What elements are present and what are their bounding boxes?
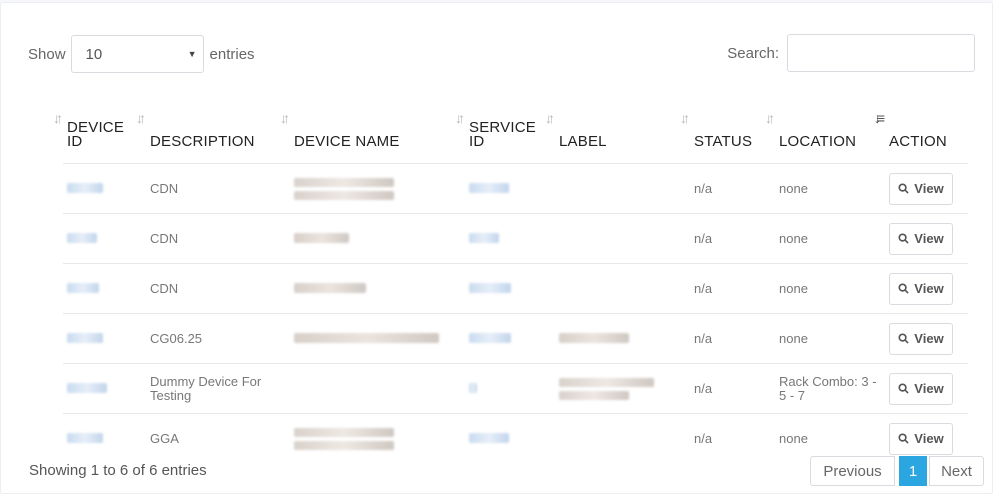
description-cell: CG06.25: [146, 313, 290, 364]
search-icon: [898, 433, 909, 444]
device-name-cell: [290, 263, 465, 314]
search-label: Search:: [727, 44, 779, 62]
location-cell: none: [775, 263, 885, 314]
description-cell: GGA: [146, 413, 290, 463]
view-button[interactable]: View: [889, 222, 953, 255]
column-header-label[interactable]: LABEL ↓↑: [555, 101, 690, 164]
search-input[interactable]: [787, 34, 975, 72]
table-row: CG06.25 n/a none View: [30, 313, 968, 364]
sort-arrows-icon: ↓↑: [280, 110, 290, 126]
device-id-cell: [63, 413, 146, 463]
device-id-cell: [63, 363, 146, 414]
device-name-cell: [290, 213, 465, 264]
sort-arrows-icon: ↓↑: [680, 110, 690, 126]
device-id-cell: [63, 163, 146, 214]
view-button[interactable]: View: [889, 372, 953, 405]
view-button[interactable]: View: [889, 422, 953, 455]
search-icon: [898, 333, 909, 344]
sort-arrows-icon: ↓↑: [455, 110, 465, 126]
status-cell: n/a: [690, 263, 775, 314]
service-id-cell: [465, 413, 555, 463]
service-id-cell: [465, 263, 555, 314]
status-cell: n/a: [690, 313, 775, 364]
search-icon: [898, 283, 909, 294]
service-id-cell: [465, 313, 555, 364]
page-size-select[interactable]: 10 ▼: [70, 35, 204, 73]
column-header-status[interactable]: STATUS ↓↑: [690, 101, 775, 164]
device-name-cell: [290, 413, 465, 463]
sort-descending-icon: ↓≡: [873, 110, 885, 126]
table-header-row: ↓↑ DEVICE ID ↓↑ DESCRIPTION ↓↑ DEVICE NAME…: [30, 101, 968, 164]
location-cell: Rack Combo: 3 - 5 - 7: [775, 363, 885, 414]
location-cell: none: [775, 313, 885, 364]
column-header-location[interactable]: LOCATION ↓≡: [775, 101, 885, 164]
page-size-value: 10: [85, 45, 103, 63]
table-row: CDN n/a none View: [30, 263, 968, 314]
label-cell: [555, 413, 690, 463]
service-id-cell: [465, 213, 555, 264]
device-name-cell: [290, 363, 465, 414]
table-info: Showing 1 to 6 of 6 entries: [29, 462, 207, 479]
device-name-cell: [290, 313, 465, 364]
status-cell: n/a: [690, 163, 775, 214]
device-id-cell: [63, 313, 146, 364]
location-cell: none: [775, 213, 885, 264]
table-row: Dummy Device For Testing n/a Rack Combo:…: [30, 363, 968, 414]
sort-arrows-icon: ↓↑: [53, 110, 63, 126]
label-cell: [555, 363, 690, 414]
column-header-action: ACTION: [889, 133, 947, 150]
label-cell: [555, 313, 690, 364]
label-cell: [555, 263, 690, 314]
sort-arrows-icon: ↓↑: [765, 110, 775, 126]
chevron-down-icon: ▼: [187, 49, 197, 59]
search-icon: [898, 183, 909, 194]
description-cell: Dummy Device For Testing: [146, 363, 290, 414]
view-button[interactable]: View: [889, 272, 953, 305]
entries-label: entries: [209, 45, 255, 63]
search-control: Search:: [727, 34, 975, 72]
search-icon: [898, 383, 909, 394]
column-header-service-id[interactable]: SERVICE ID ↓↑: [465, 101, 555, 164]
device-name-cell: [290, 163, 465, 214]
column-header-device-name[interactable]: DEVICE NAME ↓↑: [290, 101, 465, 164]
previous-page-button[interactable]: Previous: [810, 456, 895, 486]
sort-arrows-icon: ↓↑: [545, 110, 555, 126]
label-cell: [555, 213, 690, 264]
device-id-cell: [63, 213, 146, 264]
description-cell: CDN: [146, 163, 290, 214]
show-label: Show: [28, 45, 66, 63]
label-cell: [555, 163, 690, 214]
service-id-cell: [465, 163, 555, 214]
service-id-cell: [465, 363, 555, 414]
table-row: CDN n/a none View: [30, 213, 968, 264]
pagination: Previous 1 Next: [810, 456, 984, 486]
column-header-index[interactable]: ↓↑: [30, 101, 63, 164]
devices-table: ↓↑ DEVICE ID ↓↑ DESCRIPTION ↓↑ DEVICE NAME…: [30, 101, 968, 463]
status-cell: n/a: [690, 213, 775, 264]
search-icon: [898, 233, 909, 244]
column-header-description[interactable]: DESCRIPTION ↓↑: [146, 101, 290, 164]
sort-arrows-icon: ↓↑: [136, 110, 146, 126]
column-header-device-id[interactable]: DEVICE ID ↓↑: [63, 101, 146, 164]
description-cell: CDN: [146, 213, 290, 264]
device-id-cell: [63, 263, 146, 314]
page-1-button[interactable]: 1: [899, 456, 927, 486]
view-button[interactable]: View: [889, 322, 953, 355]
next-page-button[interactable]: Next: [929, 456, 984, 486]
view-button[interactable]: View: [889, 172, 953, 205]
location-cell: none: [775, 163, 885, 214]
status-cell: n/a: [690, 363, 775, 414]
devices-panel: Show 10 ▼ entries Search: ↓↑ DEVICE ID ↓↑…: [0, 2, 993, 494]
description-cell: CDN: [146, 263, 290, 314]
page-size-control: Show 10 ▼ entries: [28, 34, 255, 74]
status-cell: n/a: [690, 413, 775, 463]
table-row: CDN n/a none View: [30, 163, 968, 214]
